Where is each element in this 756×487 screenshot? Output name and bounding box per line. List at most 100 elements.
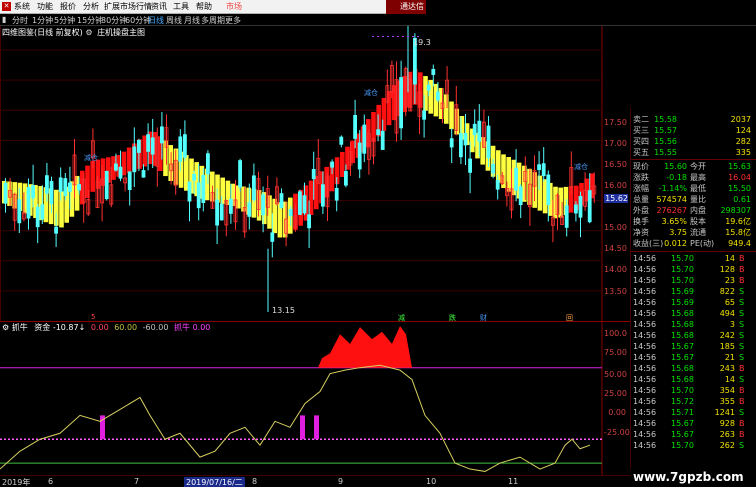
candle-body xyxy=(435,91,440,101)
tick-volume: 185 xyxy=(719,342,735,351)
tick-side: S xyxy=(739,287,745,296)
tick-price: 15.68 xyxy=(671,375,694,384)
watermark: www.7gpzb.com xyxy=(633,470,744,484)
period-tab-multi[interactable]: 多周期 xyxy=(201,15,225,26)
candle-body xyxy=(587,190,592,223)
candle-body xyxy=(238,160,243,188)
tick-volume: 928 xyxy=(719,419,735,428)
ob-qty: 124 xyxy=(735,126,751,135)
candle-body xyxy=(297,191,302,215)
tick-row: 14:56 15.68 14 S xyxy=(633,374,755,385)
candle-body xyxy=(127,171,132,190)
stat-value: 574574 xyxy=(656,195,687,204)
candle-body xyxy=(302,195,307,214)
period-tab-daily[interactable]: 日线 xyxy=(148,15,164,26)
crosshair-date: 2019/07/16/二 xyxy=(184,477,245,487)
candle-body xyxy=(491,163,496,174)
stat-value: 276267 xyxy=(656,206,687,215)
ribbon-block xyxy=(496,150,501,183)
menu-news[interactable]: 资讯 xyxy=(151,1,167,12)
dot xyxy=(412,36,414,37)
candle-body xyxy=(77,184,81,191)
menu-analysis[interactable]: 分析 xyxy=(83,1,99,12)
candle-body xyxy=(205,153,210,175)
date-label: 6 xyxy=(48,477,54,486)
period-tab-1min[interactable]: 1分钟 xyxy=(32,15,53,26)
tick-row: 14:56 15.68 243 B xyxy=(633,363,755,374)
stat-value: 15.60 xyxy=(664,162,687,171)
stat-label: 最低 xyxy=(690,184,706,193)
tick-price: 15.70 xyxy=(671,265,694,274)
candle-body xyxy=(141,170,146,178)
tick-side: B xyxy=(739,276,745,285)
menu-function[interactable]: 功能 xyxy=(37,1,53,12)
indicator-v3: -60.00 xyxy=(142,323,169,332)
candle-body xyxy=(45,175,49,194)
dot xyxy=(377,36,379,37)
stat-value: 15.8亿 xyxy=(725,228,751,237)
indicator-v1: 0.00 xyxy=(90,323,109,332)
price-tick: 17.00 xyxy=(604,139,627,148)
period-tab-30min[interactable]: 30分钟 xyxy=(101,15,127,26)
candle-body xyxy=(486,125,491,159)
period-tab-15min[interactable]: 15分钟 xyxy=(77,15,103,26)
period-tab-5min[interactable]: 5分钟 xyxy=(54,15,75,26)
candle-body xyxy=(477,120,482,142)
tick-time: 14:56 xyxy=(633,320,657,329)
status-text: 通达信 xyxy=(400,2,424,11)
indicator-name: 抓牛 xyxy=(11,323,28,332)
menu-help[interactable]: 帮助 xyxy=(196,1,212,12)
tick-row: 14:56 15.69 822 S xyxy=(633,286,755,297)
candle-body xyxy=(343,171,348,186)
candle-body xyxy=(228,198,233,214)
candle-body xyxy=(380,130,385,150)
gear-icon[interactable]: ⚙ xyxy=(2,323,9,332)
menu-extended-market[interactable]: 扩展市场行情 xyxy=(104,1,152,12)
period-tab-fenshi[interactable]: 分时 xyxy=(12,15,28,26)
price-tick: 14.50 xyxy=(604,244,627,253)
tick-side: S xyxy=(739,375,745,384)
candle-body xyxy=(40,204,45,220)
menu-tools[interactable]: 工具 xyxy=(173,1,189,12)
order-book-row: 买四 15.56 282 xyxy=(633,136,755,147)
candle-body xyxy=(192,174,197,181)
candle-body xyxy=(261,194,266,216)
menu-quote[interactable]: 报价 xyxy=(60,1,76,12)
tick-volume: 3 xyxy=(729,320,735,329)
stat-label: 量比 xyxy=(690,195,706,204)
signal-area xyxy=(318,325,412,368)
ribbon-block xyxy=(100,158,106,186)
tick-row: 14:56 15.67 928 B xyxy=(633,418,755,429)
candle-body xyxy=(58,177,63,192)
candle-body xyxy=(146,134,151,152)
tick-row: 14:56 15.70 14 B xyxy=(633,253,755,264)
market-tab[interactable]: 市场 xyxy=(226,1,242,12)
indicator-chart[interactable] xyxy=(0,320,630,475)
period-tab-more[interactable]: 更多 xyxy=(225,15,241,26)
tick-time: 14:56 xyxy=(633,331,657,340)
gear-icon[interactable]: ⚙ xyxy=(85,28,92,37)
period-tab-monthly[interactable]: 月线 xyxy=(184,15,200,26)
tick-row: 14:56 15.70 354 B xyxy=(633,385,755,396)
tick-price: 15.68 xyxy=(671,320,694,329)
order-book-row: 买三 15.57 124 xyxy=(633,125,755,136)
ind-tick: 75.00 xyxy=(604,348,627,357)
kline-chart[interactable] xyxy=(0,26,630,321)
period-tab-weekly[interactable]: 周线 xyxy=(166,15,182,26)
tick-side: S xyxy=(739,331,745,340)
ob-price: 15.57 xyxy=(654,126,677,135)
tick-time: 14:56 xyxy=(633,386,657,395)
stat-value: 16.04 xyxy=(728,173,751,182)
stat-row: 收益(三) 0.012 PE(动) 949.4 xyxy=(633,238,755,249)
dot xyxy=(372,36,374,37)
ribbon-block xyxy=(537,175,543,211)
candle-body xyxy=(422,110,427,120)
candle-body xyxy=(150,137,155,155)
menu-system[interactable]: 系统 xyxy=(14,1,30,12)
tick-volume: 23 xyxy=(724,276,735,285)
stat-value: 15.50 xyxy=(728,184,751,193)
candle-body xyxy=(63,178,68,197)
candle-body xyxy=(449,138,454,148)
tick-row: 14:56 15.68 3 S xyxy=(633,319,755,330)
menu-bar: ✕ 系统 功能 报价 分析 扩展市场行情 资讯 工具 帮助 市场 通达信 xyxy=(0,0,756,14)
